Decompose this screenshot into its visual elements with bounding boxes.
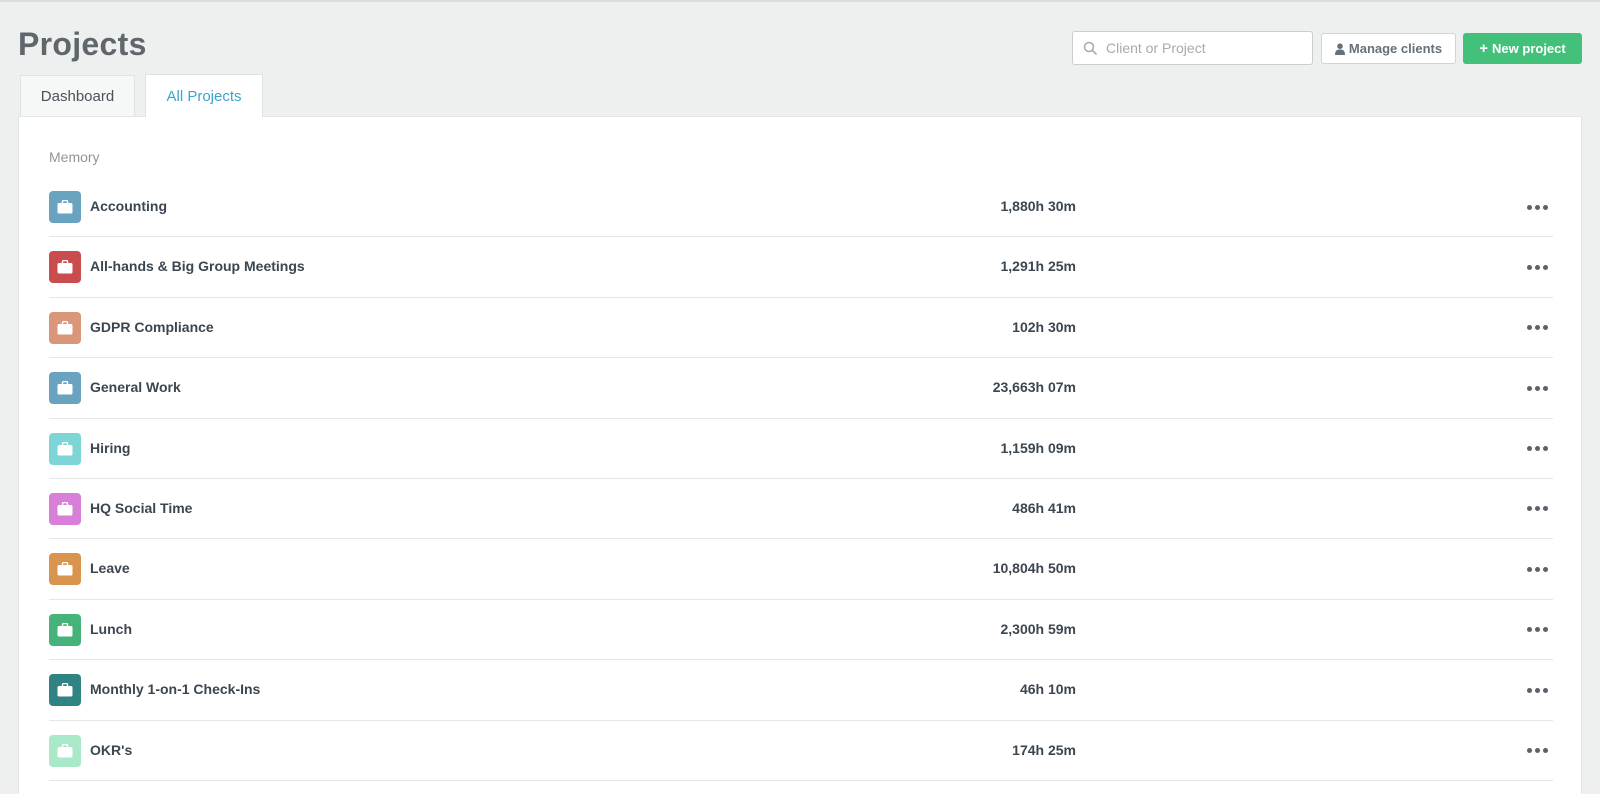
briefcase-icon xyxy=(57,441,73,456)
project-name[interactable]: Monthly 1-on-1 Check-Ins xyxy=(90,681,260,697)
tab-all-projects-label: All Projects xyxy=(166,87,242,105)
project-hours: 1,291h 25m xyxy=(1000,258,1077,275)
project-row[interactable]: Accounting 1,880h 30m xyxy=(49,177,1553,238)
project-name[interactable]: General Work xyxy=(90,379,181,395)
manage-clients-label: Manage clients xyxy=(1348,41,1443,56)
project-row[interactable]: Hiring 1,159h 09m xyxy=(49,419,1553,479)
client-group-label: Memory xyxy=(49,149,100,165)
briefcase-icon xyxy=(57,743,73,758)
project-hours: 2,300h 59m xyxy=(1000,620,1077,637)
project-color-swatch xyxy=(49,492,81,525)
project-color-swatch xyxy=(49,553,81,586)
top-border xyxy=(0,0,1600,2)
projects-panel: Memory Accounting 1,880h 30m All-hands & B… xyxy=(18,116,1582,794)
project-name[interactable]: Leave xyxy=(90,560,130,576)
project-row[interactable]: Leave 10,804h 50m xyxy=(49,539,1553,600)
briefcase-icon xyxy=(57,683,73,697)
project-name[interactable]: Lunch xyxy=(90,621,132,637)
project-color-swatch xyxy=(49,251,81,284)
project-hours: 1,880h 30m xyxy=(1000,198,1077,214)
search-input[interactable] xyxy=(1106,40,1306,56)
user-icon xyxy=(1334,42,1345,55)
project-list: Accounting 1,880h 30m All-hands & Big Grou… xyxy=(49,177,1553,781)
project-name[interactable]: HQ Social Time xyxy=(90,500,192,516)
new-project-label: New project xyxy=(1492,41,1566,56)
more-dots-icon[interactable] xyxy=(1521,622,1553,638)
project-row[interactable]: All-hands & Big Group Meetings 1,291h 25m xyxy=(49,237,1553,298)
manage-clients-button[interactable]: Manage clients xyxy=(1321,33,1456,64)
project-color-swatch xyxy=(49,734,81,767)
project-color-swatch xyxy=(49,674,81,707)
search-box[interactable] xyxy=(1072,31,1313,65)
project-color-swatch xyxy=(49,613,81,646)
project-name[interactable]: OKR's xyxy=(90,742,132,758)
page-title: Projects xyxy=(18,26,147,62)
more-dots-icon[interactable] xyxy=(1521,441,1553,457)
more-dots-icon[interactable] xyxy=(1521,199,1553,215)
briefcase-icon xyxy=(57,381,73,395)
more-dots-icon[interactable] xyxy=(1521,380,1553,396)
project-color-swatch xyxy=(49,432,81,465)
new-project-button[interactable]: + New project xyxy=(1463,33,1582,64)
more-dots-icon[interactable] xyxy=(1521,320,1553,336)
plus-icon: + xyxy=(1479,40,1489,57)
tab-all-projects[interactable]: All Projects xyxy=(145,74,263,117)
project-row[interactable]: OKR's 174h 25m xyxy=(49,721,1553,781)
briefcase-icon xyxy=(57,260,73,274)
project-hours: 23,663h 07m xyxy=(992,379,1076,396)
tab-dashboard[interactable]: Dashboard xyxy=(20,75,135,117)
project-row[interactable]: GDPR Compliance 102h 30m xyxy=(49,298,1553,359)
tab-dashboard-label: Dashboard xyxy=(40,88,115,105)
more-dots-icon[interactable] xyxy=(1521,682,1553,698)
briefcase-icon xyxy=(57,562,73,576)
project-row[interactable]: Monthly 1-on-1 Check-Ins 46h 10m xyxy=(49,660,1553,721)
more-dots-icon[interactable] xyxy=(1521,259,1553,275)
project-hours: 174h 25m xyxy=(1012,741,1076,758)
project-hours: 1,159h 09m xyxy=(1000,439,1077,456)
search-icon xyxy=(1083,41,1097,55)
more-dots-icon[interactable] xyxy=(1521,743,1553,759)
project-color-swatch xyxy=(49,372,81,405)
briefcase-icon xyxy=(57,200,73,214)
more-dots-icon[interactable] xyxy=(1521,561,1553,577)
project-name[interactable]: All-hands & Big Group Meetings xyxy=(90,258,305,274)
project-name[interactable]: Accounting xyxy=(90,198,167,214)
project-hours: 102h 30m xyxy=(1012,318,1076,335)
project-row[interactable]: General Work 23,663h 07m xyxy=(49,358,1553,419)
briefcase-icon xyxy=(57,622,73,637)
project-hours: 46h 10m xyxy=(1019,681,1076,698)
project-hours: 486h 41m xyxy=(1012,499,1076,516)
briefcase-icon xyxy=(57,320,73,335)
project-color-swatch xyxy=(49,191,81,223)
project-row[interactable]: HQ Social Time 486h 41m xyxy=(49,479,1553,540)
project-color-swatch xyxy=(49,311,81,344)
project-name[interactable]: Hiring xyxy=(90,440,130,456)
project-row[interactable]: Lunch 2,300h 59m xyxy=(49,600,1553,661)
briefcase-icon xyxy=(57,501,73,516)
project-hours: 10,804h 50m xyxy=(992,560,1076,577)
more-dots-icon[interactable] xyxy=(1521,501,1553,517)
project-name[interactable]: GDPR Compliance xyxy=(90,319,214,335)
